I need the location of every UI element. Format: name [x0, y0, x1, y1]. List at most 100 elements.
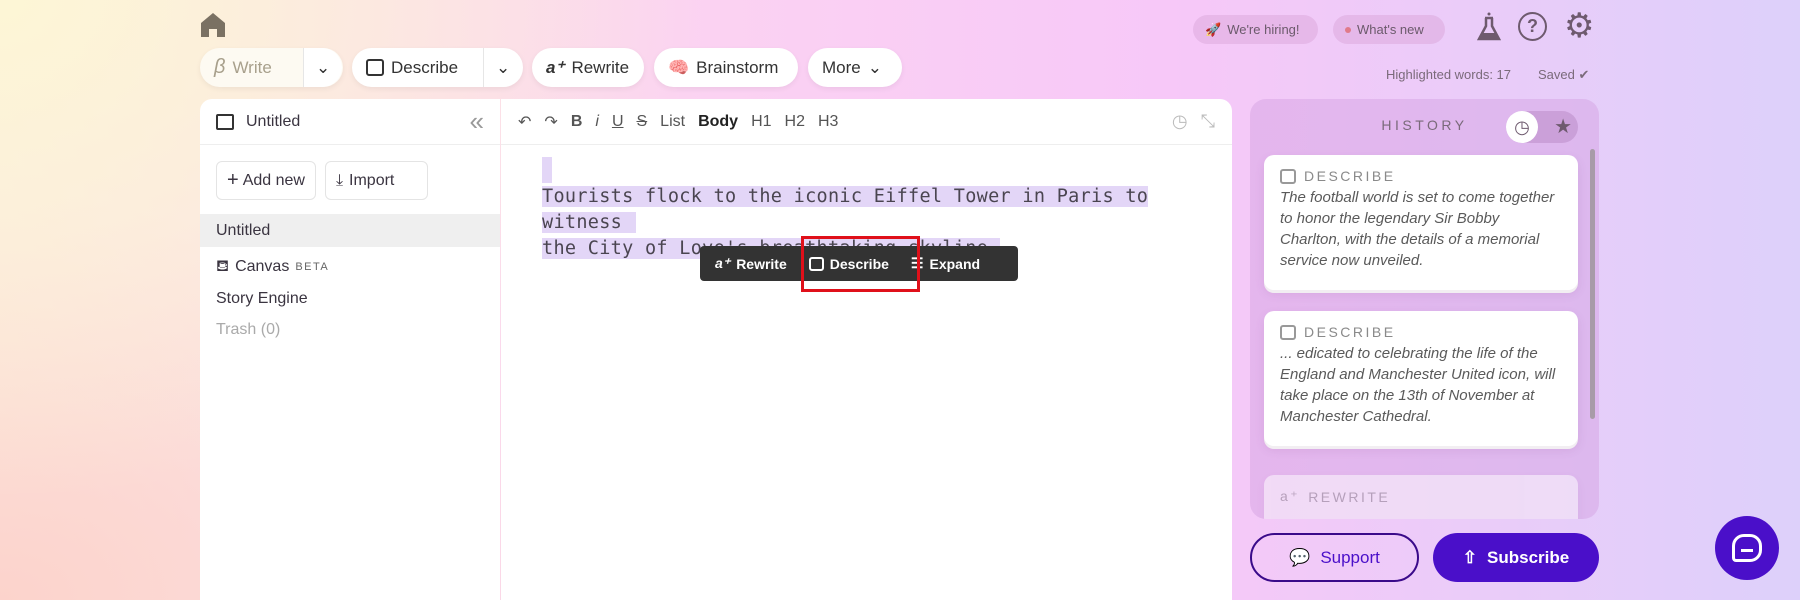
more-button[interactable]: More ⌄ [808, 48, 902, 87]
list-button[interactable]: List [660, 113, 685, 131]
strikethrough-button[interactable]: S [637, 113, 648, 131]
support-label: Support [1320, 547, 1380, 567]
more-label: More [822, 57, 861, 77]
history-card-text: The football world is set to come togeth… [1280, 189, 1555, 269]
hiring-button[interactable]: 🚀 We're hiring! [1193, 15, 1318, 44]
history-clock-icon[interactable]: ◷ [1506, 111, 1538, 143]
underline-button[interactable]: U [612, 113, 624, 131]
whats-new-button[interactable]: What's new [1333, 15, 1445, 44]
expand-label: Expand [929, 255, 981, 272]
whats-new-label: What's new [1357, 22, 1424, 37]
save-status: Saved ✔ [1538, 67, 1589, 83]
dot-icon [1345, 26, 1351, 33]
easel-icon: ⛾ [216, 257, 230, 275]
undo-icon[interactable]: ↶ [518, 112, 531, 132]
rewrite-icon: a⁺ [546, 57, 565, 77]
chat-icon: 💬 [1289, 547, 1311, 567]
history-card-text: ... edicated to celebrating the life of … [1280, 345, 1556, 425]
h3-button[interactable]: H3 [818, 113, 838, 131]
star-icon[interactable]: ★ [1554, 114, 1572, 139]
chat-bubble-icon [1732, 534, 1762, 562]
floating-rewrite-button[interactable]: a⁺ Rewrite [704, 246, 798, 281]
chevron-down-icon: ⌄ [496, 57, 511, 77]
folder-icon [216, 113, 234, 130]
chat-widget-button[interactable] [1715, 516, 1779, 580]
describe-button-group: Describe ⌄ [352, 48, 523, 87]
describe-icon [366, 59, 384, 76]
subscribe-label: Subscribe [1487, 547, 1570, 567]
hiring-label: We're hiring! [1227, 22, 1300, 37]
history-card-type: DESCRIBE [1304, 324, 1396, 340]
history-card-type: REWRITE [1308, 488, 1391, 505]
bold-button[interactable]: B [571, 113, 583, 131]
describe-icon [1280, 168, 1296, 184]
pen-icon: β [214, 56, 226, 78]
h1-button[interactable]: H1 [751, 113, 771, 131]
collapse-sidebar-icon[interactable]: « [470, 106, 484, 137]
rewrite-button[interactable]: a⁺ Rewrite [532, 48, 644, 87]
subscribe-button[interactable]: ⇧ Subscribe [1433, 533, 1599, 582]
describe-button[interactable]: Describe [352, 48, 483, 87]
rewrite-icon: a⁺ [715, 255, 731, 271]
rewrite-label: Rewrite [736, 255, 787, 272]
history-card[interactable]: DESCRIBE The football world is set to co… [1264, 155, 1578, 290]
sidebar-item-label: Story Engine [216, 289, 308, 307]
history-card[interactable]: a⁺ REWRITE [1264, 475, 1578, 519]
saved-label: Saved [1538, 67, 1575, 82]
empty-line-highlight [542, 157, 552, 183]
describe-dropdown[interactable]: ⌄ [483, 48, 522, 87]
rocket-icon: 🚀 [1205, 21, 1222, 37]
redo-icon[interactable]: ↷ [544, 112, 557, 132]
support-button[interactable]: 💬 Support [1250, 533, 1419, 582]
arrow-up-icon: ⇧ [1462, 547, 1478, 567]
expand-icon[interactable]: ⤡ [1201, 111, 1215, 132]
editor: ↶ ↷ B i U S List Body H1 H2 H3 ◷ ⤡ Touris… [501, 99, 1232, 600]
sidebar-item-trash[interactable]: Trash (0) [200, 314, 500, 345]
italic-button[interactable]: i [595, 113, 599, 131]
write-button[interactable]: β Write [200, 48, 303, 87]
write-button-group: β Write ⌄ [200, 48, 343, 87]
write-dropdown[interactable]: ⌄ [303, 48, 343, 87]
add-new-label: Add new [242, 171, 305, 189]
check-icon: ✔ [1578, 67, 1590, 82]
rewrite-icon: a⁺ [1280, 488, 1301, 504]
history-icon[interactable]: ◷ [1172, 111, 1188, 132]
import-label: Import [349, 171, 395, 189]
body-button[interactable]: Body [698, 113, 738, 131]
home-icon[interactable] [200, 12, 226, 37]
text-line: Tourists flock to the iconic Eiffel Towe… [542, 186, 1149, 233]
flask-icon[interactable] [1476, 12, 1502, 42]
documents-sidebar: Untitled « + Add new ⤓ Import Untitled ⛾ Ca… [200, 99, 500, 600]
sidebar-item-canvas[interactable]: ⛾ Canvas BETA [200, 250, 500, 283]
add-new-button[interactable]: + Add new [216, 161, 316, 200]
chevron-down-icon: ⌄ [867, 57, 882, 77]
import-button[interactable]: ⤓ Import [324, 161, 428, 200]
sidebar-item-story-engine[interactable]: Story Engine [200, 283, 500, 314]
write-label: Write [232, 57, 272, 77]
highlighted-words-count: Highlighted words: 17 [1386, 67, 1512, 82]
brainstorm-button[interactable]: 🧠 Brainstorm [654, 48, 798, 87]
brain-icon: 🧠 [668, 57, 690, 77]
download-icon: ⤓ [335, 171, 344, 189]
brainstorm-label: Brainstorm [696, 57, 779, 77]
describe-icon [1280, 324, 1296, 340]
help-icon[interactable]: ? [1518, 12, 1547, 41]
history-scrollbar[interactable] [1590, 149, 1595, 419]
history-card[interactable]: DESCRIBE ... edicated to celebrating the… [1264, 311, 1578, 446]
plus-icon: + [227, 169, 239, 191]
document-title: Untitled [246, 112, 301, 130]
h2-button[interactable]: H2 [785, 113, 805, 131]
describe-label: Describe [391, 57, 459, 77]
sidebar-item-label: Untitled [216, 221, 271, 239]
beta-badge: BETA [295, 260, 330, 273]
sidebar-item-label: Trash (0) [216, 320, 281, 338]
history-toggle: ◷ ★ [1506, 111, 1578, 143]
annotation-box [801, 236, 920, 292]
sidebar-item-untitled[interactable]: Untitled [200, 214, 500, 247]
sidebar-item-label: Canvas [235, 257, 290, 275]
history-card-type: DESCRIBE [1304, 168, 1396, 184]
gear-icon[interactable]: ⚙ [1564, 9, 1594, 43]
rewrite-label: Rewrite [571, 57, 630, 77]
chevron-down-icon: ⌄ [316, 57, 331, 77]
history-panel: HISTORY ◷ ★ DESCRIBE The football world … [1250, 99, 1599, 519]
